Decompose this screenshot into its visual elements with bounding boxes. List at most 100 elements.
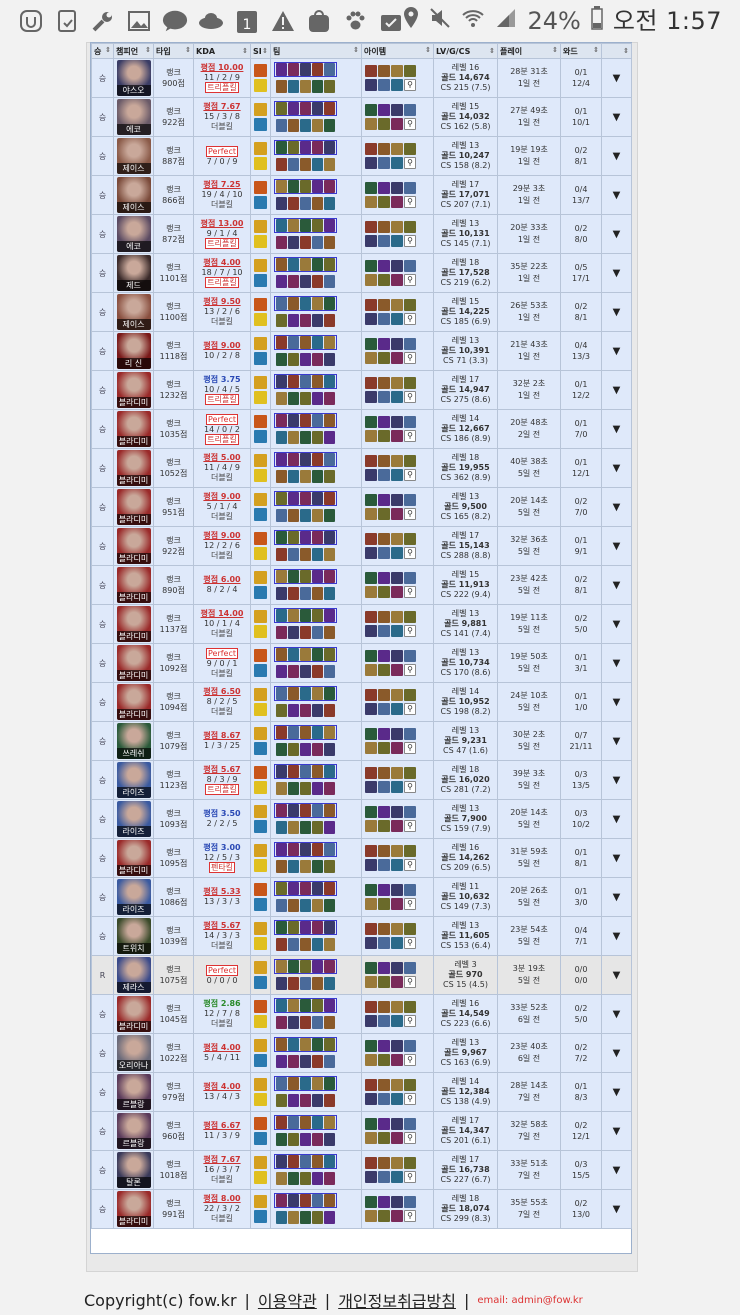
expand-arrow-icon[interactable]: ▼ bbox=[613, 73, 621, 84]
magnifier-icon[interactable]: ⚲ bbox=[404, 469, 416, 481]
magnifier-icon[interactable]: ⚲ bbox=[404, 781, 416, 793]
expand-arrow-icon[interactable]: ▼ bbox=[613, 541, 621, 552]
magnifier-icon[interactable]: ⚲ bbox=[404, 1171, 416, 1183]
magnifier-icon[interactable]: ⚲ bbox=[404, 352, 416, 364]
table-row[interactable]: 승 블라디미 랭크 890점 평점 6.00 8 / 2 / 4 ⚲ 레벨 15 골드 11,9… bbox=[91, 565, 632, 605]
magnifier-icon[interactable]: ⚲ bbox=[404, 742, 416, 754]
table-row[interactable]: 승 야스오 랭크 900점 평점 10.00 11 / 2 / 9 트리플킬 ⚲ 레벨 16 골드… bbox=[91, 58, 632, 98]
magnifier-icon[interactable]: ⚲ bbox=[404, 508, 416, 520]
expand-arrow-icon[interactable]: ▼ bbox=[613, 385, 621, 396]
champion-portrait[interactable]: 라이즈 bbox=[116, 879, 151, 915]
expand-cell[interactable]: ▼ bbox=[601, 214, 632, 254]
expand-arrow-icon[interactable]: ▼ bbox=[613, 736, 621, 747]
expand-arrow-icon[interactable]: ▼ bbox=[613, 502, 621, 513]
expand-arrow-icon[interactable]: ▼ bbox=[613, 853, 621, 864]
magnifier-icon[interactable]: ⚲ bbox=[404, 820, 416, 832]
header-stats[interactable]: LV/G/CS ⇕ bbox=[433, 43, 498, 59]
expand-arrow-icon[interactable]: ▼ bbox=[613, 931, 621, 942]
table-row[interactable]: 승리 신 랭크 1118점 평점 9.00 10 / 2 / 8 ⚲ 레벨 13 골드 10,… bbox=[91, 331, 632, 371]
expand-cell[interactable]: ▼ bbox=[601, 1033, 632, 1073]
magnifier-icon[interactable]: ⚲ bbox=[404, 859, 416, 871]
expand-arrow-icon[interactable]: ▼ bbox=[613, 970, 621, 981]
magnifier-icon[interactable]: ⚲ bbox=[404, 1015, 416, 1027]
champion-portrait[interactable]: 블라디미 bbox=[116, 996, 151, 1032]
expand-cell[interactable]: ▼ bbox=[601, 955, 632, 995]
expand-cell[interactable]: ▼ bbox=[601, 682, 632, 722]
champion-portrait[interactable]: 에코 bbox=[116, 99, 151, 135]
expand-cell[interactable]: ▼ bbox=[601, 760, 632, 800]
expand-cell[interactable]: ▼ bbox=[601, 526, 632, 566]
expand-cell[interactable]: ▼ bbox=[601, 994, 632, 1034]
table-row[interactable]: 승 에코 랭크 922점 평점 7.67 15 / 3 / 8 더블킬 ⚲ 레벨 15 골드 14… bbox=[91, 97, 632, 137]
table-row[interactable]: 승 블라디미 랭크 1137점 평점 14.00 10 / 1 / 4 더블킬 ⚲ 레벨 13 골… bbox=[91, 604, 632, 644]
expand-arrow-icon[interactable]: ▼ bbox=[613, 229, 621, 240]
expand-cell[interactable]: ▼ bbox=[601, 448, 632, 488]
expand-arrow-icon[interactable]: ▼ bbox=[613, 619, 621, 630]
header-items[interactable]: 아이템 ⇕ bbox=[361, 43, 434, 59]
expand-cell[interactable]: ▼ bbox=[601, 487, 632, 527]
expand-arrow-icon[interactable]: ▼ bbox=[613, 1048, 621, 1059]
table-row[interactable]: 승 라이즈 랭크 1093점 평점 3.50 2 / 2 / 5 ⚲ 레벨 13 골드 7,90… bbox=[91, 799, 632, 839]
expand-arrow-icon[interactable]: ▼ bbox=[613, 268, 621, 279]
table-row[interactable]: 승 르블랑 랭크 960점 평점 6.67 11 / 3 / 9 ⚲ 레벨 17 골드 14,3… bbox=[91, 1111, 632, 1151]
magnifier-icon[interactable]: ⚲ bbox=[404, 547, 416, 559]
expand-cell[interactable]: ▼ bbox=[601, 409, 632, 449]
table-row[interactable]: 승 블라디미 랭크 1035점 Perfect 14 / 0 / 2 트리플킬 ⚲ 레벨 14 골… bbox=[91, 409, 632, 449]
table-row[interactable]: R 제라스 랭크 1075점 Perfect 0 / 0 / 0 ⚲ 레벨 3 골드 970 CS… bbox=[91, 955, 632, 995]
champion-portrait[interactable]: 야스오 bbox=[116, 60, 151, 96]
champion-portrait[interactable]: 르블랑 bbox=[116, 1074, 151, 1110]
expand-arrow-icon[interactable]: ▼ bbox=[613, 1165, 621, 1176]
expand-cell[interactable]: ▼ bbox=[601, 721, 632, 761]
expand-arrow-icon[interactable]: ▼ bbox=[613, 112, 621, 123]
magnifier-icon[interactable]: ⚲ bbox=[404, 664, 416, 676]
table-row[interactable]: 승 오리아나 랭크 1022점 평점 4.00 5 / 4 / 11 ⚲ 레벨 13 골드 9,… bbox=[91, 1033, 632, 1073]
champion-portrait[interactable]: 블라디미 bbox=[116, 567, 151, 603]
header-result[interactable]: 승 ⇕ bbox=[91, 43, 114, 59]
expand-cell[interactable]: ▼ bbox=[601, 838, 632, 878]
champion-portrait[interactable]: 라이즈 bbox=[116, 762, 151, 798]
expand-arrow-icon[interactable]: ▼ bbox=[613, 424, 621, 435]
expand-arrow-icon[interactable]: ▼ bbox=[613, 346, 621, 357]
magnifier-icon[interactable]: ⚲ bbox=[404, 274, 416, 286]
table-row[interactable]: 승 르블랑 랭크 979점 평점 4.00 13 / 4 / 3 ⚲ 레벨 14 골드 12,3… bbox=[91, 1072, 632, 1112]
magnifier-icon[interactable]: ⚲ bbox=[404, 1132, 416, 1144]
champion-portrait[interactable]: 제라스 bbox=[116, 957, 151, 993]
champion-portrait[interactable]: 리 신 bbox=[116, 333, 151, 369]
magnifier-icon[interactable]: ⚲ bbox=[404, 235, 416, 247]
table-row[interactable]: 승 라이즈 랭크 1123점 평점 5.67 8 / 3 / 9 트리플킬 ⚲ 레벨 18 골드 … bbox=[91, 760, 632, 800]
magnifier-icon[interactable]: ⚲ bbox=[404, 937, 416, 949]
table-row[interactable]: 승 제이스 랭크 1100점 평점 9.50 13 / 2 / 6 더블킬 ⚲ 레벨 15 골드 … bbox=[91, 292, 632, 332]
expand-arrow-icon[interactable]: ▼ bbox=[613, 1204, 621, 1215]
expand-arrow-icon[interactable]: ▼ bbox=[613, 463, 621, 474]
champion-portrait[interactable]: 블라디미 bbox=[116, 840, 151, 876]
expand-cell[interactable]: ▼ bbox=[601, 643, 632, 683]
champion-portrait[interactable]: 르블랑 bbox=[116, 1113, 151, 1149]
magnifier-icon[interactable]: ⚲ bbox=[404, 1210, 416, 1222]
table-row[interactable]: 승 라이즈 랭크 1086점 평점 5.33 13 / 3 / 3 ⚲ 레벨 11 골드 10,… bbox=[91, 877, 632, 917]
table-row[interactable]: 승 제이스 랭크 866점 평점 7.25 19 / 4 / 10 더블킬 ⚲ 레벨 17 골드 … bbox=[91, 175, 632, 215]
expand-cell[interactable]: ▼ bbox=[601, 136, 632, 176]
champion-portrait[interactable]: 블라디미 bbox=[116, 411, 151, 447]
champion-portrait[interactable]: 블라디미 bbox=[116, 645, 151, 681]
expand-cell[interactable]: ▼ bbox=[601, 916, 632, 956]
expand-arrow-icon[interactable]: ▼ bbox=[613, 1009, 621, 1020]
expand-arrow-icon[interactable]: ▼ bbox=[613, 697, 621, 708]
champion-portrait[interactable]: 쓰레쉬 bbox=[116, 723, 151, 759]
expand-arrow-icon[interactable]: ▼ bbox=[613, 190, 621, 201]
table-row[interactable]: 승 제드 랭크 1101점 평점 4.00 18 / 7 / 10 트리플킬 ⚲ 레벨 18 골드… bbox=[91, 253, 632, 293]
magnifier-icon[interactable]: ⚲ bbox=[404, 976, 416, 988]
champion-portrait[interactable]: 라이즈 bbox=[116, 801, 151, 837]
expand-arrow-icon[interactable]: ▼ bbox=[613, 307, 621, 318]
magnifier-icon[interactable]: ⚲ bbox=[404, 898, 416, 910]
expand-cell[interactable]: ▼ bbox=[601, 175, 632, 215]
magnifier-icon[interactable]: ⚲ bbox=[404, 430, 416, 442]
expand-cell[interactable]: ▼ bbox=[601, 370, 632, 410]
expand-cell[interactable]: ▼ bbox=[601, 1111, 632, 1151]
table-row[interactable]: 승 블라디미 랭크 922점 평점 9.00 12 / 2 / 6 더블킬 ⚲ 레벨 17 골드 … bbox=[91, 526, 632, 566]
magnifier-icon[interactable]: ⚲ bbox=[404, 625, 416, 637]
expand-cell[interactable]: ▼ bbox=[601, 877, 632, 917]
expand-arrow-icon[interactable]: ▼ bbox=[613, 1126, 621, 1137]
table-row[interactable]: 승 블라디미 랭크 951점 평점 9.00 5 / 1 / 4 더블킬 ⚲ 레벨 13 골드 9… bbox=[91, 487, 632, 527]
expand-cell[interactable]: ▼ bbox=[601, 253, 632, 293]
champion-portrait[interactable]: 제이스 bbox=[116, 138, 151, 174]
